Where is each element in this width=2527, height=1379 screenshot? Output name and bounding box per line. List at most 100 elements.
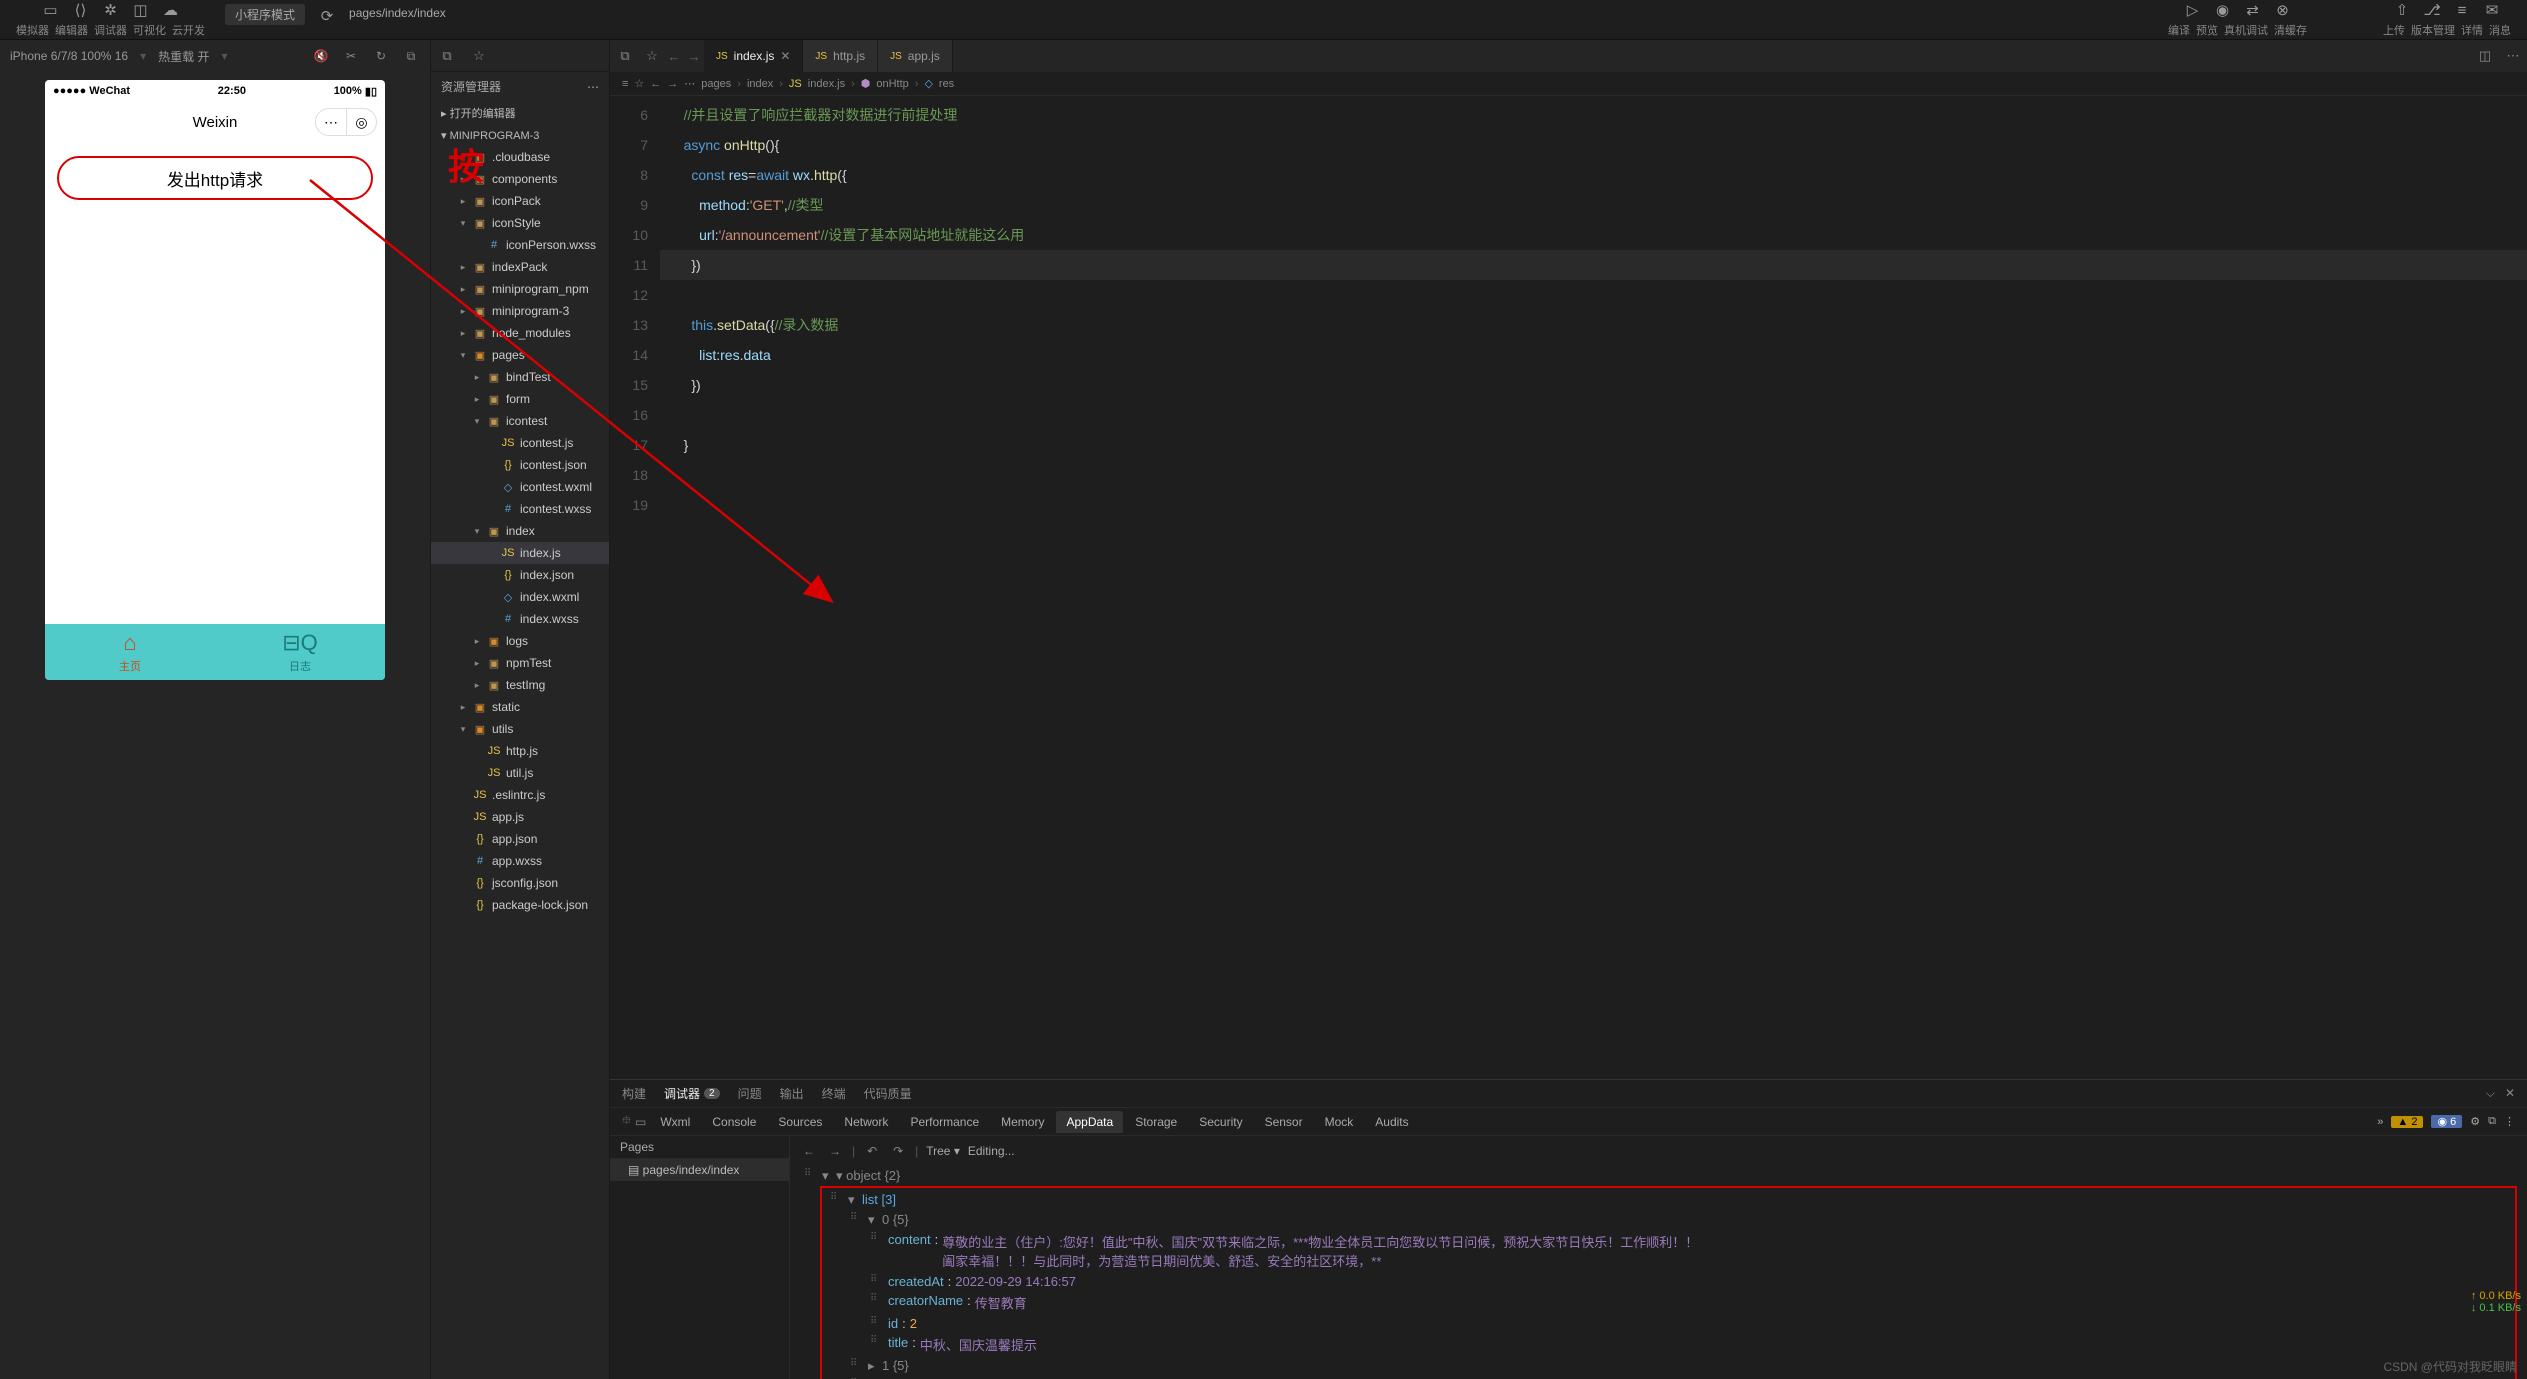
bp-tab-output[interactable]: 输出 <box>780 1085 804 1102</box>
bookmark-icon[interactable]: ☆ <box>640 48 664 64</box>
nav-fwd-icon[interactable]: → <box>684 49 704 64</box>
tree-item-app-js[interactable]: JSapp.js <box>431 806 609 828</box>
tab-logs[interactable]: ⊟Q 日志 <box>215 624 385 680</box>
tree-item-iconPack[interactable]: ▸▣iconPack <box>431 190 609 212</box>
message-icon[interactable]: ✉ <box>2482 0 2502 20</box>
screenshot-icon[interactable]: ✂ <box>342 47 360 65</box>
tree-item-app-wxss[interactable]: #app.wxss <box>431 850 609 872</box>
devtools-tab-memory[interactable]: Memory <box>991 1111 1054 1133</box>
bp-tab-problems[interactable]: 问题 <box>738 1085 762 1102</box>
fold-icon[interactable]: ≡ <box>622 78 628 90</box>
redo-icon[interactable]: ↷ <box>889 1142 907 1160</box>
breadcrumb-item[interactable]: onHttp <box>876 78 908 90</box>
tree-item-utils[interactable]: ▾▣utils <box>431 718 609 740</box>
breadcrumb-item[interactable]: index.js <box>808 78 845 90</box>
tb-label[interactable]: 模拟器 <box>16 22 49 38</box>
editor-tab-app-js[interactable]: JSapp.js <box>878 40 953 72</box>
devtools-tab-mock[interactable]: Mock <box>1315 1111 1364 1133</box>
tree-item-app-json[interactable]: {}app.json <box>431 828 609 850</box>
editor-tab-index-js[interactable]: JSindex.js✕ <box>704 40 803 72</box>
tb-label[interactable]: 真机调试 <box>2224 22 2268 38</box>
rotate-icon[interactable]: ↻ <box>372 47 390 65</box>
tb-label[interactable]: 上传 <box>2383 22 2405 38</box>
list-node[interactable]: list [3] <box>862 1192 896 1207</box>
inspect-icon[interactable]: ⯐ <box>622 1111 631 1132</box>
breadcrumb-item[interactable]: index <box>747 78 773 90</box>
capsule-menu-icon[interactable]: ⋯ <box>316 109 346 135</box>
tree-item-npmTest[interactable]: ▸▣npmTest <box>431 652 609 674</box>
devtools-tab-sources[interactable]: Sources <box>768 1111 832 1133</box>
editor-icon[interactable]: ⟨⟩ <box>71 0 91 20</box>
detach-icon[interactable]: ⧉ <box>402 47 420 65</box>
editor-tab-http-js[interactable]: JShttp.js <box>803 40 878 72</box>
fwd-icon[interactable]: → <box>826 1142 844 1160</box>
compile-icon[interactable]: ▷ <box>2183 0 2203 20</box>
detail-icon[interactable]: ≡ <box>2452 0 2472 20</box>
tree-mode[interactable]: Tree ▾ <box>926 1144 960 1158</box>
simulator-icon[interactable]: ▭ <box>41 0 61 20</box>
settings-icon[interactable]: ⚙ <box>2470 1115 2480 1128</box>
tb-label[interactable]: 调试器 <box>94 22 127 38</box>
tree-item-form[interactable]: ▸▣form <box>431 388 609 410</box>
bp-tab-terminal[interactable]: 终端 <box>822 1085 846 1102</box>
tree-item-package-lock-json[interactable]: {}package-lock.json <box>431 894 609 916</box>
tb-label[interactable]: 消息 <box>2489 22 2511 38</box>
remote-debug-icon[interactable]: ⇄ <box>2243 0 2263 20</box>
tree-item-miniprogram-3[interactable]: ▸▣miniprogram-3 <box>431 300 609 322</box>
tb-label[interactable]: 详情 <box>2461 22 2483 38</box>
nav-back-icon[interactable]: ← <box>650 78 661 90</box>
capsule-close-icon[interactable]: ◎ <box>346 109 376 135</box>
more-icon[interactable]: ⋮ <box>2504 1115 2515 1128</box>
tree-item-logs[interactable]: ▸▣logs <box>431 630 609 652</box>
tree-item-index[interactable]: ▾▣index <box>431 520 609 542</box>
bp-tab-quality[interactable]: 代码质量 <box>864 1085 912 1102</box>
files-icon[interactable]: ⧉ <box>431 40 463 72</box>
explorer-more-icon[interactable]: ⋯ <box>587 80 599 94</box>
devtools-tab-network[interactable]: Network <box>834 1111 898 1133</box>
http-request-button[interactable]: 发出http请求 <box>57 156 373 200</box>
devtools-tab-audits[interactable]: Audits <box>1365 1111 1418 1133</box>
bookmark-icon[interactable]: ☆ <box>634 77 644 90</box>
tb-label[interactable]: 可视化 <box>133 22 166 38</box>
tree-item-bindTest[interactable]: ▸▣bindTest <box>431 366 609 388</box>
tree-item-pages[interactable]: ▾▣pages <box>431 344 609 366</box>
code-editor[interactable]: 678910111213141516171819 //并且设置了响应拦截器对数据… <box>610 96 2527 1079</box>
version-icon[interactable]: ⎇ <box>2422 0 2442 20</box>
tree-item-iconStyle[interactable]: ▾▣iconStyle <box>431 212 609 234</box>
tree-item-http-js[interactable]: JShttp.js <box>431 740 609 762</box>
capsule[interactable]: ⋯ ◎ <box>315 108 377 136</box>
debugger-icon[interactable]: ✲ <box>101 0 121 20</box>
breadcrumb[interactable]: ≡ ☆ ← → ⋯ pages› index› JSindex.js› ⬢onH… <box>610 72 2527 96</box>
close-icon[interactable]: ✕ <box>780 49 790 63</box>
tree-item-node_modules[interactable]: ▸▣node_modules <box>431 322 609 344</box>
error-badge[interactable]: ◉ 6 <box>2431 1115 2462 1128</box>
back-icon[interactable]: ← <box>800 1142 818 1160</box>
devtools-tab-security[interactable]: Security <box>1189 1111 1252 1133</box>
nav-back-icon[interactable]: ← <box>664 49 684 64</box>
nav-fwd-icon[interactable]: → <box>667 78 678 90</box>
tree-item-testImg[interactable]: ▸▣testImg <box>431 674 609 696</box>
tb-label[interactable]: 编译 <box>2168 22 2190 38</box>
breadcrumb-item[interactable]: pages <box>701 78 731 90</box>
panel-collapse-icon[interactable]: ⌵ <box>2486 1086 2495 1101</box>
devtools-tab-performance[interactable]: Performance <box>900 1111 989 1133</box>
preview-icon[interactable]: ◉ <box>2213 0 2233 20</box>
visual-icon[interactable]: ◫ <box>131 0 151 20</box>
tree-item-index-json[interactable]: {}index.json <box>431 564 609 586</box>
tree-item-index-wxss[interactable]: #index.wxss <box>431 608 609 630</box>
devtools-tab-appdata[interactable]: AppData <box>1056 1111 1123 1133</box>
tree-item-util-js[interactable]: JSutil.js <box>431 762 609 784</box>
panel-close-icon[interactable]: ✕ <box>2505 1086 2515 1101</box>
tree-item--eslintrc-js[interactable]: JS.eslintrc.js <box>431 784 609 806</box>
tree-item-iconPerson-wxss[interactable]: #iconPerson.wxss <box>431 234 609 256</box>
tab-home[interactable]: ⌂ 主页 <box>45 624 215 680</box>
path-select[interactable]: pages/index/index <box>349 6 446 20</box>
tree-item-icontest-wxss[interactable]: #icontest.wxss <box>431 498 609 520</box>
item-0[interactable]: 0 {5} <box>882 1212 909 1227</box>
mode-select[interactable]: 小程序模式 <box>225 4 305 25</box>
open-editors-section[interactable]: ▸ 打开的编辑器 <box>431 101 609 125</box>
tree-item-indexPack[interactable]: ▸▣indexPack <box>431 256 609 278</box>
tree-item-icontest[interactable]: ▾▣icontest <box>431 410 609 432</box>
editor-more-icon[interactable]: ⋯ <box>2499 48 2527 64</box>
warning-badge[interactable]: ▲ 2 <box>2391 1116 2423 1128</box>
